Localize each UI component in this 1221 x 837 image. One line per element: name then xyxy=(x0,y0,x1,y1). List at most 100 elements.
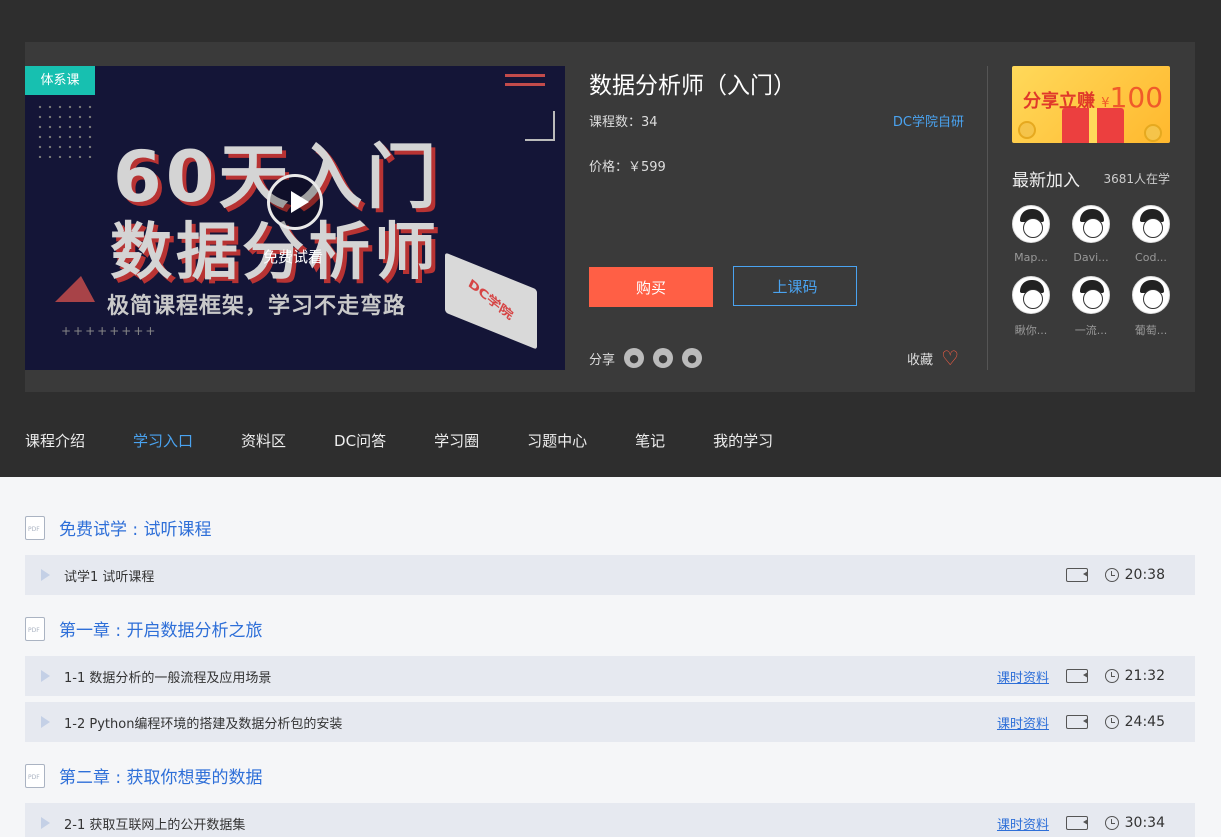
newest-joined-title: 最新加入 xyxy=(1012,171,1080,191)
coin-icon xyxy=(1018,121,1036,139)
lesson-materials-link[interactable]: 课时资料 xyxy=(997,667,1049,686)
lesson-row[interactable]: 1-2 Python编程环境的搭建及数据分析包的安装 课时资料 24:45 xyxy=(25,702,1195,742)
clock-icon xyxy=(1105,568,1119,582)
decor-bar xyxy=(505,74,545,86)
learner[interactable]: Cod... xyxy=(1130,205,1172,264)
avatar[interactable] xyxy=(1072,205,1110,243)
tab-my-learning[interactable]: 我的学习 xyxy=(713,430,773,451)
learner-name: Cod... xyxy=(1135,251,1167,264)
course-type-tag: 体系课 xyxy=(25,66,95,95)
learner-name: 一流... xyxy=(1074,324,1108,337)
play-arrow-icon xyxy=(41,569,50,581)
course-header: 60天入门 数据分析师 极简课程框架，学习不走弯路 ++++++++ DC学院 … xyxy=(0,0,1221,477)
avatar[interactable] xyxy=(1012,276,1050,314)
learner[interactable]: Map... xyxy=(1010,205,1052,264)
clock-icon xyxy=(1105,816,1119,830)
weibo-icon[interactable]: ● xyxy=(682,348,703,368)
clock-icon xyxy=(1105,669,1119,683)
free-trial-label[interactable]: 免费试看 xyxy=(263,246,323,267)
lesson-count: 课程数：34 xyxy=(589,115,658,130)
avatar[interactable] xyxy=(1132,205,1170,243)
tab-qa[interactable]: DC问答 xyxy=(334,430,386,451)
tab-exercises[interactable]: 习题中心 xyxy=(527,430,587,451)
qq-icon[interactable]: ● xyxy=(653,348,674,368)
learner[interactable]: 葡萄... xyxy=(1130,276,1172,338)
lesson-materials-link[interactable]: 课时资料 xyxy=(997,814,1049,833)
course-tabs: 课程介绍 学习入口 资料区 DC问答 学习圈 习题中心 笔记 我的学习 xyxy=(25,430,821,451)
decor-triangle xyxy=(55,276,95,302)
learner-avatars: Map... Davi... Cod... 瞅你... 一流... 葡萄... xyxy=(1010,205,1180,338)
dc-logo-block: DC学院 xyxy=(445,252,537,350)
learner[interactable]: 瞅你... xyxy=(1010,276,1052,338)
learner-name: Map... xyxy=(1014,251,1048,264)
gift-icon xyxy=(1062,108,1124,143)
learner-name: 瞅你... xyxy=(1014,324,1048,337)
video-icon xyxy=(1066,669,1088,683)
chapter-title: 第一章 : 开启数据分析之旅 xyxy=(59,621,263,641)
play-arrow-icon xyxy=(41,817,50,829)
avatar[interactable] xyxy=(1012,205,1050,243)
learner[interactable]: Davi... xyxy=(1070,205,1112,264)
tab-materials[interactable]: 资料区 xyxy=(241,430,286,451)
favorite-label: 收藏 xyxy=(907,352,934,368)
tab-notes[interactable]: 笔记 xyxy=(635,430,665,451)
video-icon xyxy=(1066,715,1088,729)
chapter-heading: 第一章 : 开启数据分析之旅 xyxy=(25,601,1195,656)
buy-button[interactable]: 购买 xyxy=(589,267,713,307)
course-author-link[interactable]: DC学院自研 xyxy=(893,111,964,130)
lesson-row[interactable]: 1-1 数据分析的一般流程及应用场景 课时资料 21:32 xyxy=(25,656,1195,696)
decor-stairs xyxy=(525,111,555,141)
share-bar: 分享 ● ● ● xyxy=(589,348,703,368)
course-panel: 60天入门 数据分析师 极简课程框架，学习不走弯路 ++++++++ DC学院 … xyxy=(25,42,1195,392)
lesson-title[interactable]: 1-1 数据分析的一般流程及应用场景 xyxy=(64,667,271,686)
lesson-title[interactable]: 2-1 获取互联网上的公开数据集 xyxy=(64,814,245,833)
chapter-heading: 免费试学 : 试听课程 xyxy=(25,500,1195,555)
course-info: 数据分析师（入门） 课程数：34 DC学院自研 价格：￥599 购买 上课码 分… xyxy=(589,66,969,370)
learner-count: 3681人在学 xyxy=(1103,172,1170,186)
learner-name: 葡萄... xyxy=(1134,324,1168,337)
avatar[interactable] xyxy=(1132,276,1170,314)
lesson-title[interactable]: 试学1 试听课程 xyxy=(64,566,154,585)
chapter-list: 免费试学 : 试听课程 试学1 试听课程 20:38 第一章 : 开启数据分析之… xyxy=(25,500,1195,837)
avatar[interactable] xyxy=(1072,276,1110,314)
lesson-row[interactable]: 试学1 试听课程 20:38 xyxy=(25,555,1195,595)
dc-logo-text: DC学院 xyxy=(465,276,515,324)
course-title: 数据分析师（入门） xyxy=(589,73,796,99)
video-icon xyxy=(1066,568,1088,582)
tab-study-circle[interactable]: 学习圈 xyxy=(434,430,479,451)
play-icon[interactable] xyxy=(267,174,323,230)
lesson-duration: 30:34 xyxy=(1124,815,1165,831)
learner-name: Davi... xyxy=(1073,251,1109,264)
chapter-title: 免费试学 : 试听课程 xyxy=(59,520,212,540)
favorite-button[interactable]: 收藏 ♡ xyxy=(907,346,959,370)
document-icon xyxy=(25,616,45,641)
course-cover[interactable]: 60天入门 数据分析师 极简课程框架，学习不走弯路 ++++++++ DC学院 … xyxy=(25,66,565,370)
lesson-row[interactable]: 2-1 获取互联网上的公开数据集 课时资料 30:34 xyxy=(25,803,1195,837)
tab-learning-entry[interactable]: 学习入口 xyxy=(133,430,193,451)
video-icon xyxy=(1066,816,1088,830)
lesson-title[interactable]: 1-2 Python编程环境的搭建及数据分析包的安装 xyxy=(64,713,342,732)
clock-icon xyxy=(1105,715,1119,729)
wechat-icon[interactable]: ● xyxy=(624,348,645,368)
tab-intro[interactable]: 课程介绍 xyxy=(25,430,85,451)
learner[interactable]: 一流... xyxy=(1070,276,1112,338)
heart-icon[interactable]: ♡ xyxy=(941,346,959,370)
class-code-button[interactable]: 上课码 xyxy=(733,266,857,306)
document-icon xyxy=(25,515,45,540)
share-label: 分享 xyxy=(589,352,616,368)
decor-dots xyxy=(35,102,95,158)
lesson-duration: 21:32 xyxy=(1124,668,1165,684)
play-arrow-icon xyxy=(41,670,50,682)
coin-icon xyxy=(1144,124,1162,142)
play-arrow-icon xyxy=(41,716,50,728)
course-price: 价格：￥599 xyxy=(589,160,666,175)
decor-pluses: ++++++++ xyxy=(61,324,158,338)
divider xyxy=(987,66,988,370)
share-earn-banner[interactable]: 分享立赚 ¥100 xyxy=(1012,66,1170,143)
lesson-materials-link[interactable]: 课时资料 xyxy=(997,713,1049,732)
lesson-duration: 20:38 xyxy=(1124,567,1165,583)
chapter-title: 第二章 : 获取你想要的数据 xyxy=(59,768,263,788)
lesson-duration: 24:45 xyxy=(1124,714,1165,730)
cover-slogan: 极简课程框架，学习不走弯路 xyxy=(107,294,407,319)
document-icon xyxy=(25,763,45,788)
